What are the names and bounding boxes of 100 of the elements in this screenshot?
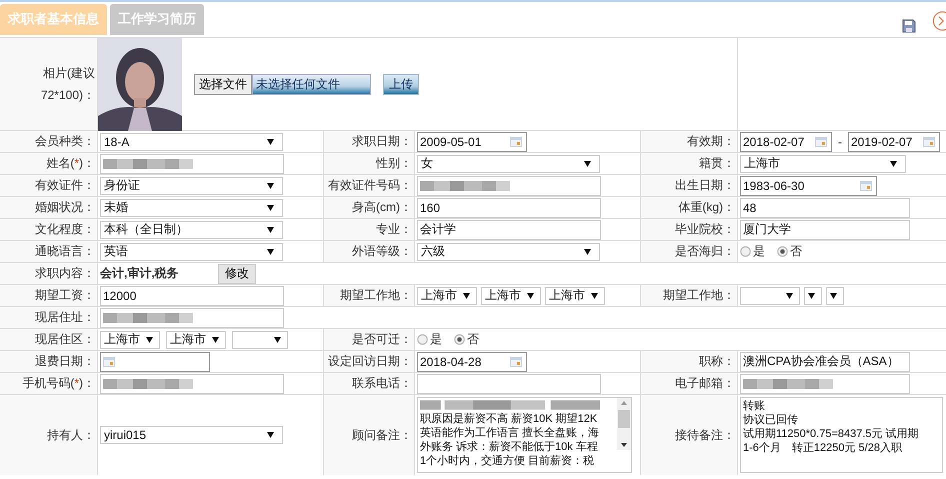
field-label: 有效证件号码：	[328, 177, 412, 194]
radio-icon[interactable]	[454, 334, 465, 345]
edit-button[interactable]: 修改	[218, 264, 256, 284]
calendar-icon[interactable]	[510, 136, 522, 146]
select-field[interactable]	[232, 330, 288, 348]
caret-icon	[267, 432, 274, 438]
upload-button[interactable]: 上传	[383, 74, 419, 94]
select-field[interactable]: 上海市	[100, 330, 160, 348]
field-label: 是否可迁：	[352, 331, 412, 348]
select-field[interactable]: 女	[417, 154, 600, 172]
caret-icon	[212, 336, 219, 342]
radio-icon[interactable]	[417, 334, 428, 345]
note-line: 转账	[743, 399, 766, 413]
date-field[interactable]: 2018-02-07	[740, 132, 832, 152]
save-icon[interactable]	[902, 19, 916, 33]
note-line: 英语能作为工作语言 擅长全盘账，海	[420, 426, 600, 440]
radio-option[interactable]: 是	[740, 243, 765, 260]
select-field[interactable]: 本科（全日制）	[100, 220, 283, 238]
date-field[interactable]	[100, 352, 210, 372]
radio-option[interactable]: 否	[777, 243, 802, 260]
caret-icon	[267, 138, 274, 144]
input-field[interactable]: 48	[740, 198, 910, 218]
select-field[interactable]: 18-A	[100, 132, 283, 150]
field-label: 职称：	[699, 353, 735, 370]
caret-icon	[267, 226, 274, 232]
date-field[interactable]: 2018-04-28	[417, 352, 527, 372]
calendar-icon[interactable]	[923, 136, 935, 146]
field-label: 退费日期：	[35, 353, 95, 370]
calendar-icon[interactable]	[510, 356, 522, 366]
field-label: 性别：	[376, 155, 412, 172]
radio-icon[interactable]	[777, 246, 788, 257]
note-line: 1个小时内，交通方便 目前薪资：税	[420, 454, 596, 468]
input-field[interactable]: 12000	[100, 286, 284, 306]
field-label: 设定回访日期：	[328, 353, 412, 370]
field-label: 期望工资：	[35, 287, 95, 304]
textarea-field[interactable]: 转账 协议已回传 试用期11250*0.75=8437.5元 试用期 1-6个月 转正12250元 5/28入职	[740, 397, 943, 473]
caret-icon	[463, 292, 470, 298]
field-label: 手机号码(*)：	[22, 375, 95, 392]
select-field[interactable]: 六级	[417, 242, 600, 260]
field-label: 现居住址：	[35, 309, 95, 326]
field-label: 持有人：	[47, 426, 95, 444]
field-label: 有效证件：	[35, 177, 95, 194]
field-label: 求职内容：	[35, 265, 95, 282]
input-field[interactable]: 厦门大学	[740, 220, 910, 240]
note-line: 试用期11250*0.75=8437.5元 试用期	[743, 427, 920, 441]
select-field[interactable]: yirui015	[100, 426, 283, 444]
field-label: 出生日期：	[675, 177, 735, 194]
calendar-icon[interactable]	[860, 180, 872, 190]
calendar-icon[interactable]	[103, 356, 115, 366]
input-field[interactable]: 160	[417, 198, 601, 218]
select-field[interactable]: 上海市	[545, 286, 605, 304]
select-field[interactable]: 未婚	[100, 198, 283, 216]
choose-file-button[interactable]: 选择文件	[194, 74, 252, 94]
radio-option[interactable]: 是	[417, 331, 442, 348]
date-field[interactable]: 2009-05-01	[417, 132, 527, 152]
caret-icon	[584, 248, 591, 254]
input-field[interactable]	[417, 176, 601, 196]
date-field[interactable]: 2019-02-07	[848, 132, 940, 152]
select-field[interactable]: 上海市	[417, 286, 477, 304]
scrollbar[interactable]	[617, 398, 631, 450]
field-label: 文化程度：	[35, 221, 95, 238]
input-field[interactable]: 澳洲CPA协会准会员（ASA）	[740, 352, 910, 372]
radio-icon[interactable]	[740, 246, 751, 257]
field-label: 有效期：	[687, 133, 735, 150]
calendar-icon[interactable]	[815, 136, 827, 146]
field-label: 身高(cm)：	[352, 199, 412, 216]
select-field[interactable]: 上海市	[166, 330, 226, 348]
field-label: 期望工作地：	[663, 287, 735, 304]
select-field[interactable]: 上海市	[740, 154, 906, 172]
textarea-field[interactable]: 职原因是薪资不高 薪资10K 期望12K 英语能作为工作语言 擅长全盘账，海 外账务 诉求：薪资不能低于10k 车程 1个小时内，交通方便 目前薪资：税	[417, 397, 632, 473]
field-label: 籍贯：	[699, 155, 735, 172]
select-field[interactable]	[826, 286, 844, 304]
note-line: 1-6个月 转正12250元 5/28入职	[743, 441, 903, 455]
select-field[interactable]: 上海市	[481, 286, 541, 304]
date-field[interactable]: 1983-06-30	[740, 176, 877, 196]
field-label: 专业：	[376, 221, 412, 238]
input-field[interactable]: 会计学	[417, 220, 601, 240]
file-status: 未选择任何文件	[252, 74, 371, 94]
field-label: 电子邮箱：	[675, 375, 735, 392]
select-field[interactable]: 身份证	[100, 176, 283, 194]
input-field[interactable]	[417, 374, 601, 394]
field-label: 姓名(*)：	[46, 155, 95, 172]
field-label: 体重(kg)：	[678, 199, 735, 216]
radio-option[interactable]: 否	[454, 331, 479, 348]
field-label: 期望工作地：	[340, 287, 412, 304]
job-content: 会计,审计,税务	[100, 265, 180, 282]
input-field[interactable]	[100, 154, 284, 174]
input-field[interactable]	[740, 374, 910, 394]
select-field[interactable]	[804, 286, 822, 304]
caret-icon	[591, 292, 598, 298]
field-label: 毕业院校：	[675, 221, 735, 238]
caret-icon	[786, 292, 793, 298]
select-field[interactable]	[740, 286, 800, 304]
caret-icon	[830, 292, 837, 298]
input-field[interactable]	[100, 308, 284, 328]
caret-icon	[267, 204, 274, 210]
select-field[interactable]: 英语	[100, 242, 283, 260]
caret-icon	[146, 336, 153, 342]
input-field[interactable]	[100, 374, 284, 394]
caret-icon	[890, 160, 897, 166]
